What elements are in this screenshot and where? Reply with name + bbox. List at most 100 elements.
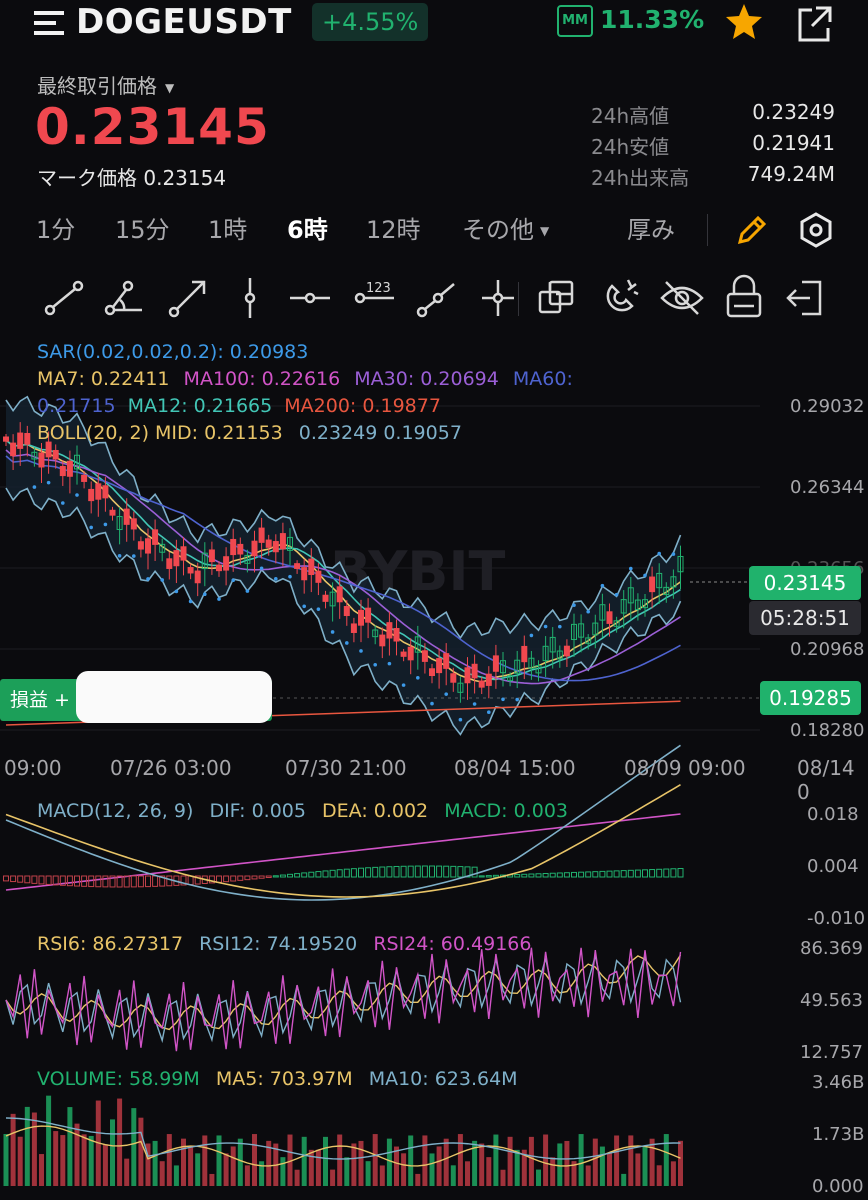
volume-bar — [628, 1135, 634, 1186]
sar-dot — [643, 573, 647, 578]
macd-bar — [350, 868, 357, 878]
sar-dot — [146, 577, 150, 581]
candle-body — [152, 529, 159, 545]
volume-bar — [500, 1169, 506, 1186]
tab-more[interactable]: その他 ▼ — [462, 210, 549, 245]
volume-bar — [649, 1138, 655, 1186]
pencil-icon[interactable] — [732, 210, 772, 250]
candle-body — [265, 539, 272, 548]
stat-key: 24h高値 — [591, 104, 670, 128]
caret-down-icon: ▼ — [540, 224, 550, 238]
lock-icon[interactable] — [722, 272, 766, 324]
exit-icon[interactable] — [784, 272, 828, 324]
trend-line-icon[interactable] — [42, 272, 86, 324]
macd-bar — [152, 875, 159, 887]
volume-ma5: MA5: 703.97M — [215, 1068, 353, 1090]
volume-bar — [365, 1161, 371, 1186]
price-axis-label: 0.18280 — [790, 720, 865, 741]
tab-15m[interactable]: 15分 — [115, 210, 170, 245]
macd-bar — [230, 875, 237, 882]
macd-bar — [279, 874, 286, 878]
boll-bands-legend: 0.23249 0.19057 — [298, 422, 462, 444]
volume-bar — [330, 1169, 336, 1186]
macd-bar — [620, 870, 627, 878]
macd-bar — [372, 866, 379, 878]
last-price-label[interactable]: 最終取引価格 ▼ — [37, 70, 174, 99]
ma30-legend: MA30: 0.20694 — [354, 368, 499, 390]
macd-bar — [187, 875, 194, 886]
horizontal-line-icon[interactable] — [288, 272, 332, 324]
divider — [707, 214, 708, 246]
sar-dot — [345, 641, 349, 645]
macd-bar — [130, 875, 137, 888]
sar-dot — [46, 480, 51, 485]
volume-bar — [337, 1134, 343, 1186]
macd-bar — [592, 871, 599, 878]
hide-icon[interactable] — [660, 272, 704, 324]
volume-bar — [678, 1140, 683, 1186]
crosshair-icon[interactable] — [476, 272, 520, 324]
sar-dot — [316, 607, 321, 611]
layers-icon[interactable] — [536, 272, 580, 324]
candle-body — [173, 550, 180, 567]
rsi-legend: RSI6: 86.27317 RSI12: 74.19520 RSI24: 60… — [37, 933, 531, 955]
symbol-title[interactable]: DOGEUSDT — [76, 2, 292, 42]
macd-bar — [365, 867, 372, 878]
angle-line-icon[interactable] — [102, 272, 146, 324]
macd-bar — [272, 875, 279, 878]
tab-1m[interactable]: 1分 — [36, 210, 75, 245]
arrow-line-icon[interactable] — [166, 272, 210, 324]
candle-body — [166, 558, 173, 569]
candle-body — [38, 452, 45, 468]
macd-bar — [450, 865, 457, 878]
mm-badge[interactable]: MM — [557, 5, 593, 37]
magnet-icon[interactable] — [598, 272, 642, 324]
volume-bar — [188, 1146, 194, 1186]
macd-bar — [287, 873, 293, 878]
volume-bar — [223, 1153, 229, 1186]
share-icon[interactable] — [792, 2, 836, 46]
volume-bar — [308, 1149, 314, 1186]
volume-bar — [450, 1165, 456, 1186]
vertical-line-icon[interactable] — [228, 272, 272, 324]
volume-bar — [607, 1153, 612, 1186]
macd-bar — [471, 866, 478, 878]
volume-bar — [372, 1134, 378, 1186]
volume-bar — [557, 1143, 563, 1186]
rsi-axis-label: 49.563 — [800, 990, 863, 1011]
macd-bar — [485, 875, 492, 878]
price-label-icon[interactable]: 123 — [352, 272, 396, 324]
volume-bar — [614, 1135, 620, 1186]
stat-value: 749.24M — [747, 162, 835, 186]
ma-legend-row2: 0.21715 MA12: 0.21665 MA200: 0.19877 — [37, 395, 441, 417]
macd-bar — [308, 871, 315, 878]
volume-bar — [457, 1134, 463, 1186]
volume-bar — [17, 1136, 23, 1186]
candle-body — [272, 541, 279, 553]
ray-icon[interactable] — [414, 272, 458, 324]
candle-body — [358, 609, 364, 626]
price-axis-label: 0.20968 — [790, 639, 865, 660]
macd-bar — [393, 865, 400, 878]
sar-dot — [600, 583, 605, 588]
tab-6h[interactable]: 6時 — [287, 210, 328, 245]
time-axis-label: 08/09 09:00 — [624, 756, 746, 780]
volume-bar — [344, 1157, 350, 1186]
tab-depth[interactable]: 厚み — [627, 210, 675, 245]
macd-bar — [102, 875, 109, 888]
candle-body — [230, 538, 237, 556]
sar-legend: SAR(0.02,0.02,0.2): 0.20983 — [37, 341, 309, 363]
star-icon[interactable] — [722, 0, 766, 44]
settings-icon[interactable] — [796, 210, 836, 250]
redacted-block — [76, 671, 272, 723]
candle-body — [485, 673, 492, 686]
tab-1h[interactable]: 1時 — [208, 210, 247, 245]
sar-dot — [543, 624, 548, 629]
macd-bar — [386, 866, 393, 878]
macd-bar — [95, 875, 102, 888]
tab-12h[interactable]: 12時 — [366, 210, 421, 245]
macd-bar — [223, 875, 230, 883]
macd-bar — [578, 871, 585, 878]
menu-icon[interactable] — [34, 8, 66, 38]
stat-key: 24h安値 — [591, 135, 670, 159]
